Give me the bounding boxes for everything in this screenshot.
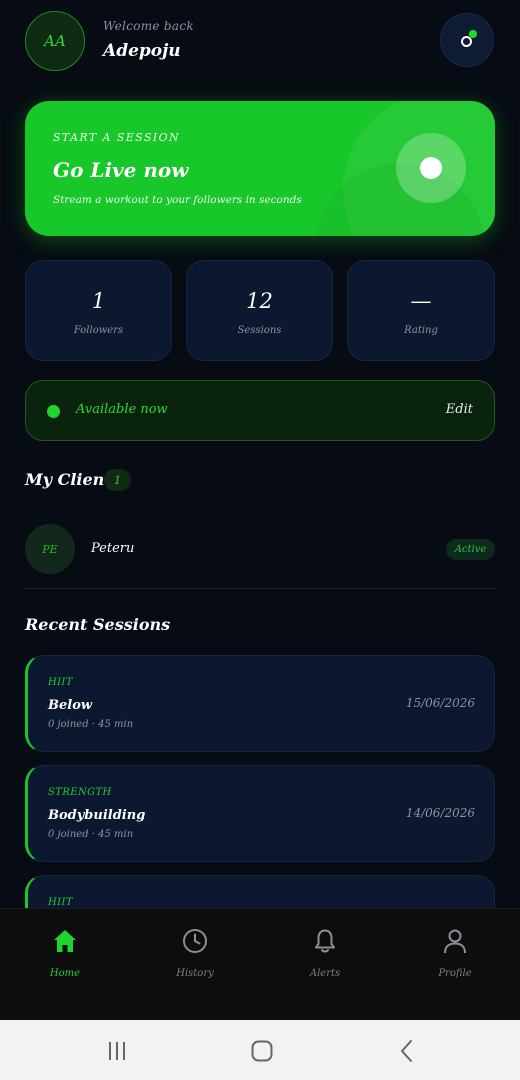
recent-apps-icon[interactable] xyxy=(103,1037,131,1065)
back-icon[interactable] xyxy=(393,1037,421,1065)
live-card-subtitle: Stream a workout to your followers in se… xyxy=(53,194,302,206)
session-type: STRENGTH xyxy=(48,787,112,798)
session-card[interactable]: STRENGTH Bodybuilding 0 joined · 45 min … xyxy=(25,765,495,862)
clients-count-badge: 1 xyxy=(104,469,131,491)
session-date: 15/06/2026 xyxy=(405,696,475,710)
stat-label: Followers xyxy=(73,325,124,336)
stat-rating: — Rating xyxy=(347,260,495,361)
nav-profile[interactable]: Profile xyxy=(415,927,495,997)
sessions-section-title: Recent Sessions xyxy=(25,615,171,634)
home-button-icon[interactable] xyxy=(248,1037,276,1065)
availability-status: Available now xyxy=(76,402,168,417)
live-card-title: Go Live now xyxy=(53,158,189,182)
nav-home[interactable]: Home xyxy=(25,927,105,997)
session-name: Bodybuilding xyxy=(48,808,146,823)
client-status-badge: Active xyxy=(446,539,495,560)
go-live-card[interactable]: START A SESSION Go Live now Stream a wor… xyxy=(25,101,495,236)
nav-alerts[interactable]: Alerts xyxy=(285,927,365,997)
session-name: Below xyxy=(48,698,93,713)
client-name: Peteru xyxy=(91,541,135,556)
session-type: HIIT xyxy=(48,677,73,688)
welcome-text: Welcome back xyxy=(103,19,194,33)
stat-value: — xyxy=(410,289,432,313)
record-icon xyxy=(420,157,442,179)
system-navigation-bar xyxy=(0,1020,520,1080)
stat-value: 12 xyxy=(246,289,273,313)
session-type: HIIT xyxy=(48,897,73,908)
edit-availability-button[interactable]: Edit xyxy=(446,402,473,417)
stat-value: 1 xyxy=(91,289,106,313)
online-dot-icon xyxy=(469,30,477,38)
user-avatar[interactable]: AA xyxy=(25,11,85,71)
availability-card: Available now Edit xyxy=(25,380,495,441)
nav-label: Alerts xyxy=(309,968,341,979)
session-meta: 0 joined · 45 min xyxy=(48,719,134,730)
person-icon xyxy=(444,929,466,954)
nav-label: Profile xyxy=(438,968,472,979)
app-screen: AA Welcome back Adepoju START A SESSION … xyxy=(0,0,520,1020)
session-card[interactable]: HIIT Below 0 joined · 45 min 15/06/2026 xyxy=(25,655,495,752)
bottom-navigation: Home History Alerts Profile xyxy=(0,908,520,1020)
clock-icon xyxy=(183,929,207,953)
nav-label: History xyxy=(176,968,214,979)
availability-dot-icon xyxy=(47,405,60,418)
stat-label: Sessions xyxy=(237,325,282,336)
bell-icon xyxy=(315,929,335,953)
nav-label: Home xyxy=(49,968,81,979)
client-avatar: PE xyxy=(25,524,75,574)
session-meta: 0 joined · 45 min xyxy=(48,829,134,840)
home-icon xyxy=(54,930,76,952)
online-status-button[interactable] xyxy=(440,13,494,67)
nav-history[interactable]: History xyxy=(155,927,235,997)
stat-followers: 1 Followers xyxy=(25,260,172,361)
client-list-item[interactable]: PE Peteru Active xyxy=(25,521,495,589)
stat-label: Rating xyxy=(404,325,438,336)
go-live-button[interactable] xyxy=(396,133,466,203)
session-date: 14/06/2026 xyxy=(405,806,475,820)
username: Adepoju xyxy=(103,41,181,61)
stat-sessions: 12 Sessions xyxy=(186,260,333,361)
live-card-eyebrow: START A SESSION xyxy=(53,131,181,144)
avatar-initials: AA xyxy=(44,32,66,50)
